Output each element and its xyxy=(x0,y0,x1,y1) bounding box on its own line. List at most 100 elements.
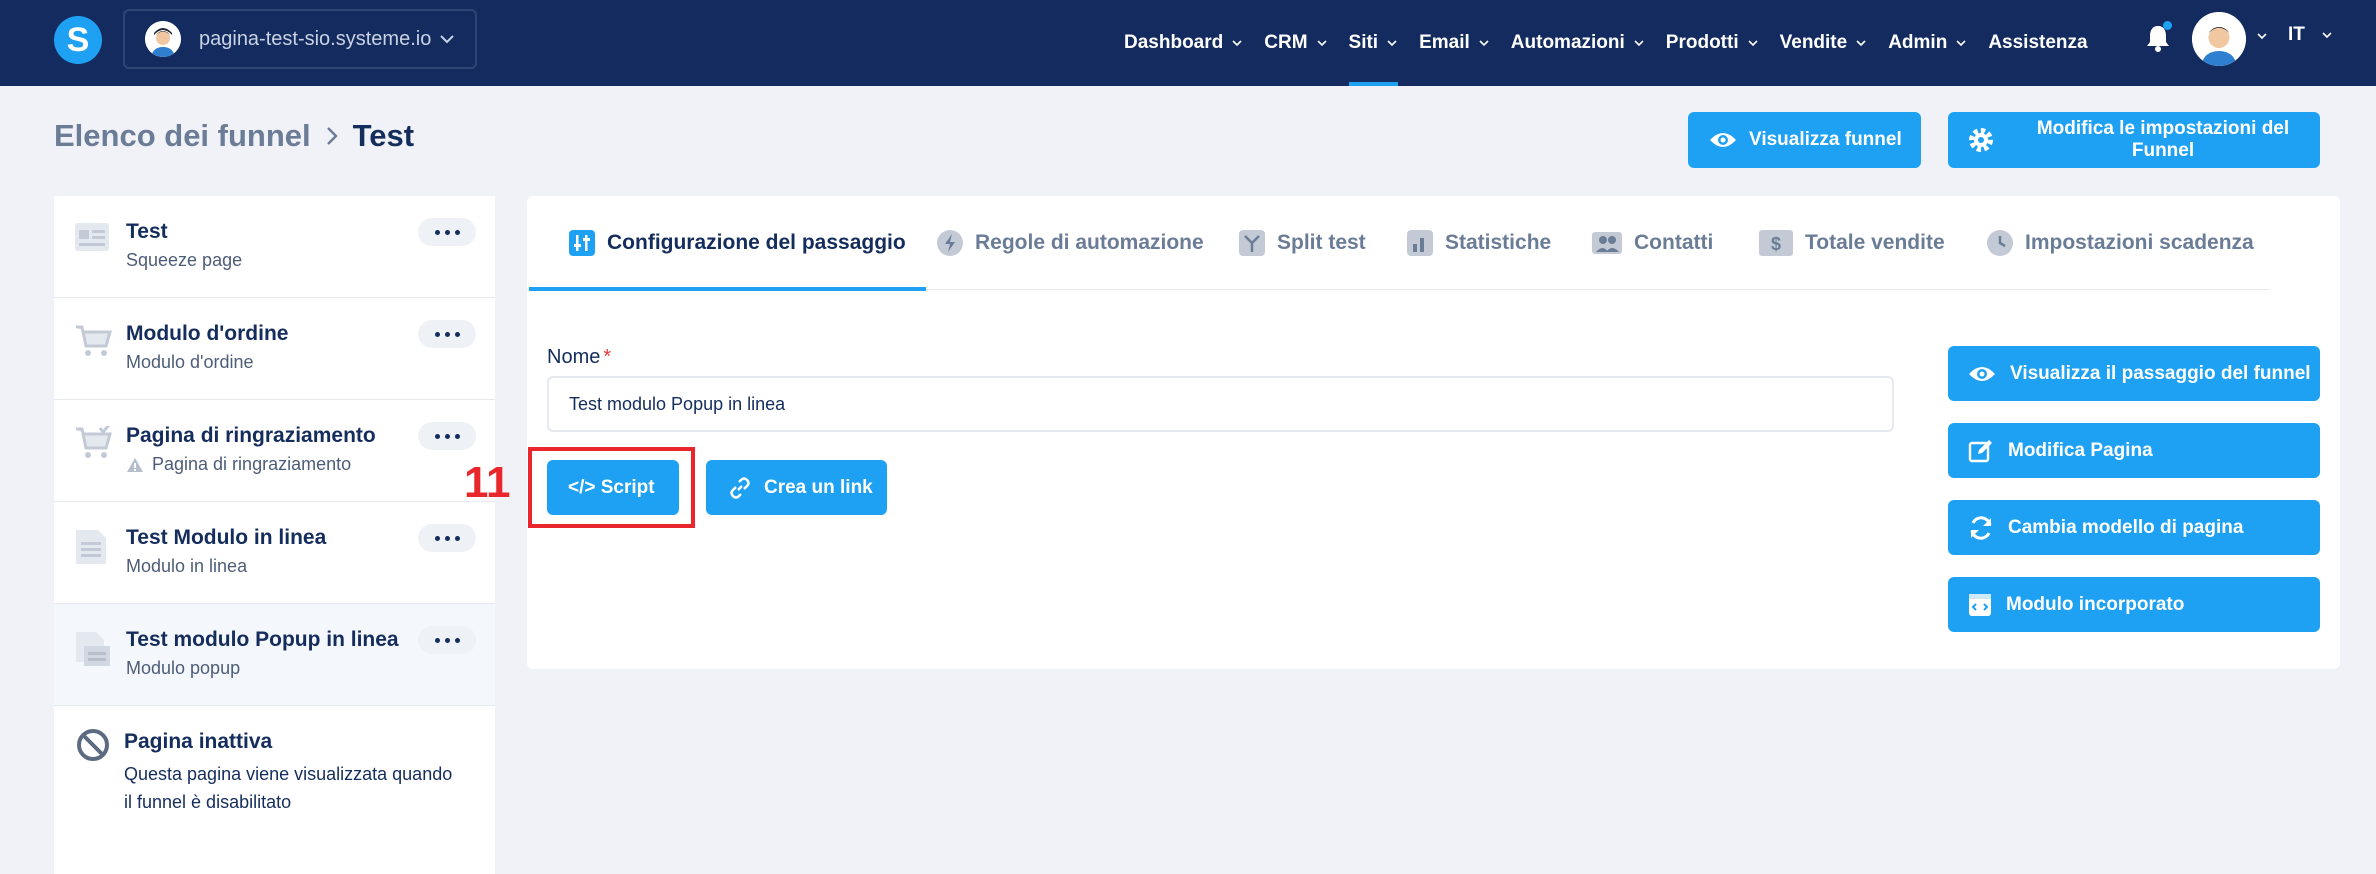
step-title: Test Modulo in linea xyxy=(126,526,327,549)
chevron-down-icon xyxy=(2322,32,2332,39)
language-label: IT xyxy=(2288,24,2305,45)
funnel-step-item[interactable]: Modulo d'ordine Modulo d'ordine xyxy=(54,298,495,400)
nav-automazioni[interactable]: Automazioni xyxy=(1511,0,1645,86)
nav-siti[interactable]: Siti xyxy=(1348,0,1399,86)
tab-split-test[interactable]: Split test xyxy=(1239,196,1366,290)
nav-admin[interactable]: Admin xyxy=(1888,0,1967,86)
page-title: Test xyxy=(352,118,415,153)
tab-contatti[interactable]: Contatti xyxy=(1592,196,1713,290)
edit-funnel-settings-button[interactable]: Modifica le impostazioni del Funnel xyxy=(1948,112,2320,168)
tab-impostazioni-scadenza[interactable]: Impostazioni scadenza xyxy=(1987,196,2254,290)
refresh-icon xyxy=(1970,515,1992,540)
edit-icon xyxy=(1968,439,1992,462)
squeeze-page-icon xyxy=(75,223,109,251)
create-link-label: Crea un link xyxy=(764,476,873,498)
step-type: Pagina di ringraziamento xyxy=(126,454,351,475)
site-name: pagina-test-sio.systeme.io xyxy=(199,27,432,50)
inactive-page-title: Pagina inattiva xyxy=(124,730,273,753)
step-type-label: Modulo in linea xyxy=(126,556,248,576)
contacts-icon xyxy=(1592,232,1622,254)
nav-email[interactable]: Email xyxy=(1419,0,1490,86)
view-funnel-step-button[interactable]: Visualizza il passaggio del funnel xyxy=(1948,346,2320,401)
step-title: Test modulo Popup in linea xyxy=(126,628,399,651)
embed-icon xyxy=(1969,593,1991,616)
nav-label: Dashboard xyxy=(1124,32,1224,53)
breadcrumb-funnel-list[interactable]: Elenco dei funnel xyxy=(54,118,311,154)
chevron-down-icon[interactable] xyxy=(2256,30,2268,42)
change-page-template-button[interactable]: Cambia modello di pagina xyxy=(1948,500,2320,555)
nav-label: Prodotti xyxy=(1665,32,1739,53)
chevron-down-icon xyxy=(1856,40,1866,47)
edit-settings-label: Modifica le impostazioni del Funnel xyxy=(2036,118,2290,161)
ban-icon xyxy=(77,729,109,761)
chevron-down-icon xyxy=(440,35,454,44)
systeme-logo[interactable]: S xyxy=(54,16,102,64)
nav-vendite[interactable]: Vendite xyxy=(1780,0,1868,86)
tab-label: Statistiche xyxy=(1445,231,1552,254)
view-funnel-label: Visualizza funnel xyxy=(1749,129,1902,150)
funnel-step-item[interactable]: Test Squeeze page xyxy=(54,196,495,298)
step-title: Pagina di ringraziamento xyxy=(126,424,376,447)
step-title: Modulo d'ordine xyxy=(126,322,289,345)
script-button[interactable]: </> Script xyxy=(547,460,679,515)
nav-assistenza[interactable]: Assistenza xyxy=(1988,0,2087,86)
step-more-button[interactable] xyxy=(418,218,476,246)
step-name-input[interactable] xyxy=(547,376,1894,432)
chevron-down-icon xyxy=(1232,40,1242,47)
lightning-icon xyxy=(937,230,963,256)
tab-label: Regole di automazione xyxy=(975,231,1204,254)
inline-form-icon xyxy=(76,530,106,564)
nav-label: CRM xyxy=(1264,32,1308,53)
eye-icon xyxy=(1710,133,1736,147)
chevron-right-icon xyxy=(326,127,338,145)
tab-label: Impostazioni scadenza xyxy=(2025,231,2254,254)
step-type-label: Squeeze page xyxy=(126,250,243,270)
step-more-button[interactable] xyxy=(418,422,476,450)
nav-label: Automazioni xyxy=(1510,32,1625,53)
funnel-step-item[interactable]: Test Modulo in linea Modulo in linea xyxy=(54,502,495,604)
step-type: Modulo in linea xyxy=(126,556,247,577)
tab-configurazione[interactable]: Configurazione del passaggio xyxy=(529,196,926,291)
embedded-form-button[interactable]: Modulo incorporato xyxy=(1948,577,2320,632)
tab-totale-vendite[interactable]: $ Totale vendite xyxy=(1759,196,1945,290)
gear-icon xyxy=(1969,128,1993,152)
nav-dashboard[interactable]: Dashboard xyxy=(1124,0,1243,86)
nav-crm[interactable]: CRM xyxy=(1264,0,1327,86)
notification-dot xyxy=(2163,21,2172,30)
edit-page-label: Modifica Pagina xyxy=(2008,439,2153,461)
step-type: Modulo popup xyxy=(126,658,240,679)
nav-label: Email xyxy=(1419,32,1470,53)
tab-regole-automazione[interactable]: Regole di automazione xyxy=(937,196,1204,290)
popup-form-icon xyxy=(76,632,110,666)
step-more-button[interactable] xyxy=(418,524,476,552)
chevron-down-icon xyxy=(1316,40,1327,47)
user-avatar[interactable] xyxy=(2192,12,2246,66)
cart-check-icon xyxy=(76,426,112,458)
tab-statistiche[interactable]: Statistiche xyxy=(1407,196,1551,290)
svg-text:$: $ xyxy=(1771,234,1781,254)
funnel-step-item[interactable]: Pagina di ringraziamento Pagina di ringr… xyxy=(54,400,495,502)
site-selector[interactable]: pagina-test-sio.systeme.io xyxy=(123,9,477,69)
nav-prodotti[interactable]: Prodotti xyxy=(1666,0,1759,86)
step-tabs: Configurazione del passaggio Regole di a… xyxy=(527,196,2270,291)
tab-label: Split test xyxy=(1277,231,1366,254)
annotation-step-number: 11 xyxy=(464,458,511,507)
dollar-icon: $ xyxy=(1759,230,1793,256)
step-type: Squeeze page xyxy=(126,250,242,271)
nav-label: Vendite xyxy=(1779,32,1848,53)
nav-label: Siti xyxy=(1348,32,1379,53)
nav-label: Admin xyxy=(1888,32,1948,53)
split-icon xyxy=(1239,230,1265,256)
view-funnel-button[interactable]: Visualizza funnel xyxy=(1688,112,1921,168)
funnel-steps-sidebar: Test Squeeze page Modulo d'ordine Modulo… xyxy=(54,196,495,874)
step-more-button[interactable] xyxy=(418,626,476,654)
step-more-button[interactable] xyxy=(418,320,476,348)
tab-label: Configurazione del passaggio xyxy=(607,231,906,254)
create-link-button[interactable]: Crea un link xyxy=(706,460,887,515)
edit-page-button[interactable]: Modifica Pagina xyxy=(1948,423,2320,478)
language-selector[interactable]: IT xyxy=(2288,24,2333,46)
site-avatar-icon xyxy=(145,21,181,57)
eye-icon xyxy=(1969,366,1995,381)
funnel-step-item[interactable]: Test modulo Popup in linea Modulo popup xyxy=(54,604,495,706)
name-field-label: Nome * xyxy=(547,346,611,369)
